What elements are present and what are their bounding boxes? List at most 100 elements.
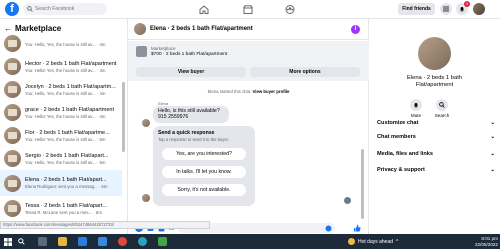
section-label: Chat members — [377, 134, 416, 140]
search-input[interactable] — [35, 6, 105, 12]
chat-title: Sergio · 2 beds 1 bath Flat/apart... — [25, 152, 109, 159]
quick-reply-button[interactable]: Yes, are you interested? — [162, 148, 246, 160]
chat-list-item[interactable]: Flor · 2 beds 1 bath Flat/apartme... You:… — [0, 124, 122, 147]
start-button[interactable] — [4, 236, 12, 247]
bell-icon — [460, 7, 464, 12]
chat-list-item[interactable]: You: Hello, Yes, the house is still av..… — [0, 32, 122, 55]
quick-reply-button[interactable]: Sorry, it's not available. — [162, 184, 246, 196]
chat-title: Flor · 2 beds 1 bath Flat/apartme... — [25, 129, 110, 136]
taskbar-app[interactable] — [118, 236, 127, 247]
profile-name-line: Elena · 2 beds 1 bath — [406, 75, 463, 81]
chevron-down-icon: ⌄ — [490, 134, 495, 140]
conversation-scrollbar[interactable] — [361, 149, 364, 219]
listing-image — [136, 46, 147, 57]
thumbs-up-icon[interactable] — [353, 224, 361, 232]
find-friends-button[interactable]: Find friends — [398, 3, 435, 15]
chat-list-item[interactable]: Tessa · 2 beds 1 bath Flat/apart... Tessa… — [0, 197, 122, 220]
mute-button[interactable] — [410, 99, 422, 111]
listing-thumbnail — [4, 174, 21, 192]
buyer-profile-avatar[interactable] — [418, 37, 451, 70]
view-buyer-button[interactable]: View buyer — [136, 67, 246, 77]
grid-menu-icon — [443, 6, 449, 12]
menu-button[interactable] — [440, 3, 452, 15]
marketplace-listing-card: Marketplace $700 · 2 beds 1 bath Flat/ap… — [128, 41, 369, 81]
section-label: Media, files and links — [377, 151, 433, 157]
chat-title: Elena · 2 beds 1 bath Flat/apart... — [25, 177, 107, 183]
notification-count-badge: 3 — [464, 1, 470, 7]
notifications-button[interactable]: 3 — [456, 1, 470, 15]
task-view-icon — [38, 237, 47, 246]
windows-icon — [4, 237, 12, 246]
taskbar-app[interactable] — [38, 236, 47, 247]
conversation-title[interactable]: Elena · 2 beds 1 bath Flat/apartment — [150, 26, 253, 32]
quick-response-subtitle: Tap a response to send it to the buyer. — [158, 137, 230, 142]
search-in-conversation-button[interactable] — [436, 99, 448, 111]
groups-nav-button[interactable] — [283, 3, 297, 15]
sun-icon — [348, 238, 355, 245]
chat-preview: You: Hello, Yes, the house is still av..… — [25, 159, 106, 165]
chevron-down-icon: ⌄ — [490, 151, 495, 157]
chat-list-item[interactable]: Hector · 2 beds 1 bath Flat/apartment You… — [0, 55, 122, 78]
chat-preview: You: Hello! Yes, the house is still av..… — [25, 136, 106, 142]
chat-members-section[interactable]: Chat members ⌄ — [377, 130, 495, 144]
buyer-avatar[interactable] — [134, 23, 146, 35]
taskbar-app[interactable] — [78, 236, 87, 247]
taskbar-search-button[interactable] — [18, 236, 25, 247]
profile-name-line: Flat/apartment — [415, 82, 454, 88]
marketplace-nav-button[interactable] — [241, 3, 255, 15]
view-buyer-profile-link[interactable]: View buyer profile — [252, 89, 289, 94]
chat-list-item[interactable]: Sergio · 2 beds 1 bath Flat/apart... You:… — [0, 147, 122, 170]
marketplace-chat-list: ← Marketplace You: Hello, Yes, the house… — [0, 19, 128, 234]
chrome-icon — [118, 237, 127, 246]
file-explorer-icon — [58, 237, 67, 246]
account-avatar-button[interactable] — [473, 3, 485, 15]
taskbar-app[interactable] — [158, 236, 167, 247]
listing-thumbnail — [4, 35, 21, 52]
chat-list-item-selected[interactable]: Elena · 2 beds 1 bath Flat/apart... Elena… — [0, 170, 122, 196]
weather-widget[interactable]: Hot days ahead ^ — [348, 236, 398, 247]
chevron-down-icon: ⌄ — [490, 120, 495, 126]
top-navigation-bar: f Find friends 3 — [0, 0, 500, 19]
facebook-logo[interactable]: f — [5, 2, 19, 16]
home-nav-button[interactable] — [197, 3, 211, 15]
chat-preview: You: Hello, Yes, the house is still av..… — [25, 41, 106, 47]
chat-list-scrollbar[interactable] — [122, 82, 125, 152]
clock-date: 22/05/2022 — [475, 241, 498, 247]
search-box[interactable] — [23, 3, 107, 15]
taskbar-app[interactable] — [58, 236, 67, 247]
weather-text: Hot days ahead — [358, 238, 394, 245]
conversation-details-panel: Elena · 2 beds 1 bath Flat/apartment Mut… — [369, 19, 500, 234]
more-options-button[interactable]: More options — [250, 67, 360, 77]
message-line: 915 2559976 — [158, 114, 189, 120]
listing-thumbnail — [4, 104, 21, 121]
quick-response-title: Send a quick response — [158, 130, 215, 136]
media-files-links-section[interactable]: Media, files and links ⌄ — [377, 147, 495, 161]
taskbar-app[interactable] — [98, 236, 107, 247]
privacy-support-section[interactable]: Privacy & support ⌄ — [377, 163, 495, 177]
emoji-icon[interactable] — [324, 224, 332, 232]
system-clock[interactable]: 8:01 pm 22/05/2022 — [465, 236, 498, 247]
chat-list-item[interactable]: Jocelyn · 2 beds 1 bath Flat/apartm... Yo… — [0, 78, 122, 101]
listing-price-title: $700 · 2 beds 1 bath Flat/apartment — [151, 52, 228, 57]
customize-chat-section[interactable]: Customize chat ⌄ — [377, 116, 495, 130]
chevron-up-icon[interactable]: ^ — [396, 239, 398, 245]
section-label: Customize chat — [377, 120, 419, 126]
read-receipt-avatar — [344, 197, 351, 204]
chat-title: Hector · 2 beds 1 bath Flat/apartment — [25, 60, 117, 67]
marketplace-icon — [243, 4, 253, 14]
chat-list-item[interactable]: grace · 2 beds 1 bath Flat/apartment You:… — [0, 101, 122, 124]
app-icon — [158, 237, 167, 246]
chat-title: Tessa · 2 beds 1 bath Flat/apart... — [25, 202, 107, 209]
chat-started-notice: Elena started this chat. View buyer prof… — [128, 89, 369, 94]
taskbar-app[interactable] — [138, 236, 147, 247]
info-icon[interactable]: i — [351, 25, 360, 34]
marketplace-label: Marketplace — [151, 46, 176, 51]
store-icon — [78, 237, 87, 246]
quick-reply-button[interactable]: In talks. I'll let you know. — [162, 166, 246, 178]
chat-preview: Tessa R. McLane sent you a mes... · 6m — [25, 209, 102, 215]
listing-thumbnail — [4, 58, 21, 75]
conversation-panel: Elena · 2 beds 1 bath Flat/apartment i M… — [128, 19, 369, 234]
chat-preview: You: Hello! Yes, the house is still av..… — [25, 67, 106, 73]
groups-icon — [285, 4, 295, 14]
chevron-down-icon: ⌄ — [490, 167, 495, 173]
